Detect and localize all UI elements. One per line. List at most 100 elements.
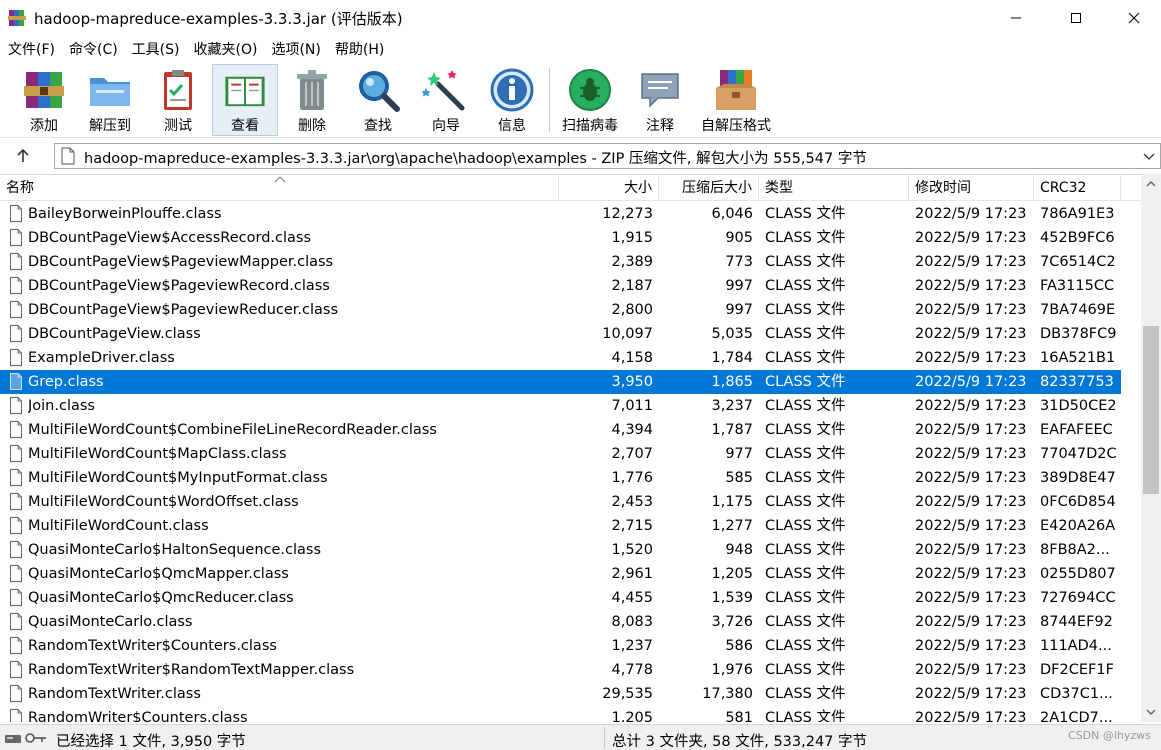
path-field[interactable]: hadoop-mapreduce-examples-3.3.3.jar\org\… — [54, 143, 1161, 169]
table-row[interactable]: Join.class 7,011 3,237 CLASS 文件 2022/5/9 17:… — [0, 394, 1121, 418]
file-name: DBCountPageView.class — [28, 326, 201, 342]
virus-scan-button[interactable]: 扫描病毒 — [556, 64, 624, 136]
table-row[interactable]: MultiFileWordCount$WordOffset.class 2,453… — [0, 490, 1121, 514]
scroll-up-button[interactable] — [1141, 174, 1161, 194]
scrollbar-thumb[interactable] — [1143, 326, 1159, 494]
table-row[interactable]: RandomTextWriter$Counters.class 1,237 586 C… — [0, 634, 1121, 658]
file-type: CLASS 文件 — [765, 710, 846, 722]
column-size[interactable]: 大小 — [559, 175, 659, 201]
delete-button[interactable]: 删除 — [286, 64, 338, 136]
table-row[interactable]: QuasiMonteCarlo$QmcReducer.class 4,455 1,5… — [0, 586, 1121, 610]
file-modified: 2022/5/9 17:23 — [915, 206, 1027, 222]
file-name: DBCountPageView$PageviewMapper.class — [28, 254, 334, 270]
view-button[interactable]: 查看 — [212, 64, 278, 136]
sfx-button[interactable]: 自解压格式 — [694, 64, 778, 136]
column-modified[interactable]: 修改时间 — [909, 175, 1034, 201]
extract-to-button[interactable]: 解压到 — [84, 64, 136, 136]
table-row[interactable]: RandomTextWriter$RandomTextMapper.class 4… — [0, 658, 1121, 682]
file-crc: 16A521B1 — [1040, 350, 1116, 366]
file-size: 29,535 — [602, 686, 653, 702]
file-compressed-size: 581 — [725, 710, 753, 722]
comment-button[interactable]: 注释 — [634, 64, 686, 136]
menu-bar: 文件(F) 命令(C) 工具(S) 收藏夹(O) 选项(N) 帮助(H) — [0, 38, 1161, 60]
file-crc: DF2CEF1F — [1040, 662, 1114, 678]
file-type: CLASS 文件 — [765, 686, 846, 702]
table-row[interactable]: MultiFileWordCount$MyInputFormat.class 1,… — [0, 466, 1121, 490]
virus-scan-label: 扫描病毒 — [562, 118, 618, 134]
file-crc: 77047D2C — [1040, 446, 1117, 462]
table-row[interactable]: MultiFileWordCount$MapClass.class 2,707 97… — [0, 442, 1121, 466]
table-row[interactable]: QuasiMonteCarlo.class 8,083 3,726 CLASS 文件 2… — [0, 610, 1121, 634]
info-button[interactable]: 信息 — [486, 64, 538, 136]
sort-ascending-icon — [274, 176, 286, 183]
table-row[interactable]: DBCountPageView$PageviewReducer.class 2,8… — [0, 298, 1121, 322]
file-name: MultiFileWordCount$WordOffset.class — [28, 494, 299, 510]
table-row[interactable]: QuasiMonteCarlo$QmcMapper.class 2,961 1,20… — [0, 562, 1121, 586]
file-compressed-size: 1,784 — [711, 350, 753, 366]
test-button[interactable]: 测试 — [152, 64, 204, 136]
add-button[interactable]: 添加 — [18, 64, 70, 136]
column-type[interactable]: 类型 — [759, 175, 909, 201]
file-crc: 82337753 — [1040, 374, 1114, 390]
file-size: 4,455 — [611, 590, 653, 606]
column-crc[interactable]: CRC32 — [1034, 175, 1121, 201]
scroll-up-icon — [1146, 181, 1156, 187]
minimize-button[interactable] — [993, 0, 1039, 36]
file-type: CLASS 文件 — [765, 518, 846, 534]
table-row[interactable]: DBCountPageView.class 10,097 5,035 CLASS 文件… — [0, 322, 1121, 346]
table-row[interactable]: DBCountPageView$PageviewRecord.class 2,18… — [0, 274, 1121, 298]
wizard-wand-icon — [422, 70, 465, 111]
table-row[interactable]: ExampleDriver.class 4,158 1,784 CLASS 文件 202… — [0, 346, 1121, 370]
file-modified: 2022/5/9 17:23 — [915, 374, 1027, 390]
file-compressed-size: 585 — [725, 470, 753, 486]
file-size: 2,961 — [611, 566, 653, 582]
file-size: 1,205 — [611, 710, 653, 722]
chevron-down-icon[interactable] — [1142, 148, 1156, 164]
extract-to-label: 解压到 — [89, 118, 131, 134]
find-button[interactable]: 查找 — [352, 64, 404, 136]
table-row[interactable]: MultiFileWordCount.class 2,715 1,277 CLASS … — [0, 514, 1121, 538]
table-row[interactable]: RandomWriter$Counters.class 1,205 581 CLASS… — [0, 706, 1121, 722]
menu-file[interactable]: 文件(F) — [0, 39, 61, 59]
menu-help[interactable]: 帮助(H) — [327, 39, 390, 59]
wizard-button[interactable]: 向导 — [420, 64, 472, 136]
class-file-icon — [10, 373, 22, 390]
menu-command[interactable]: 命令(C) — [61, 39, 124, 59]
menu-tools[interactable]: 工具(S) — [124, 39, 186, 59]
scroll-down-button[interactable] — [1141, 702, 1161, 722]
file-name: MultiFileWordCount$MyInputFormat.class — [28, 470, 328, 486]
file-crc: 31D50CE2 — [1040, 398, 1117, 414]
file-modified: 2022/5/9 17:23 — [915, 590, 1027, 606]
add-label: 添加 — [30, 118, 58, 134]
up-folder-button[interactable] — [10, 144, 36, 168]
minimize-icon — [1011, 17, 1021, 19]
table-row[interactable]: Grep.class 3,950 1,865 CLASS 文件 2022/5/9 17:… — [0, 370, 1121, 394]
close-button[interactable] — [1111, 0, 1157, 36]
menu-favorites[interactable]: 收藏夹(O) — [186, 39, 264, 59]
table-row[interactable]: DBCountPageView$PageviewMapper.class 2,38… — [0, 250, 1121, 274]
file-type: CLASS 文件 — [765, 566, 846, 582]
class-file-icon — [10, 469, 22, 486]
class-file-icon — [10, 349, 22, 366]
file-compressed-size: 1,976 — [711, 662, 753, 678]
table-row[interactable]: DBCountPageView$AccessRecord.class 1,915 9… — [0, 226, 1121, 250]
table-row[interactable]: MultiFileWordCount$CombineFileLineRecord… — [0, 418, 1121, 442]
file-size: 1,915 — [611, 230, 653, 246]
extract-folder-icon — [90, 78, 130, 106]
menu-options[interactable]: 选项(N) — [263, 39, 326, 59]
table-row[interactable]: RandomTextWriter.class 29,535 17,380 CLASS … — [0, 682, 1121, 706]
table-row[interactable]: QuasiMonteCarlo$HaltonSequence.class 1,52… — [0, 538, 1121, 562]
sfx-label: 自解压格式 — [701, 118, 771, 134]
file-size: 1,520 — [611, 542, 653, 558]
file-compressed-size: 1,539 — [711, 590, 753, 606]
maximize-button[interactable] — [1053, 0, 1099, 36]
file-modified: 2022/5/9 17:23 — [915, 566, 1027, 582]
table-row[interactable]: BaileyBorweinPlouffe.class 12,273 6,046 CLA… — [0, 202, 1121, 226]
vertical-scrollbar[interactable] — [1141, 174, 1161, 722]
file-size: 3,950 — [611, 374, 653, 390]
class-file-icon — [10, 493, 22, 510]
column-compressed[interactable]: 压缩后大小 — [659, 175, 759, 201]
close-icon — [1128, 12, 1140, 24]
comment-icon — [641, 73, 679, 108]
comment-label: 注释 — [646, 118, 674, 134]
